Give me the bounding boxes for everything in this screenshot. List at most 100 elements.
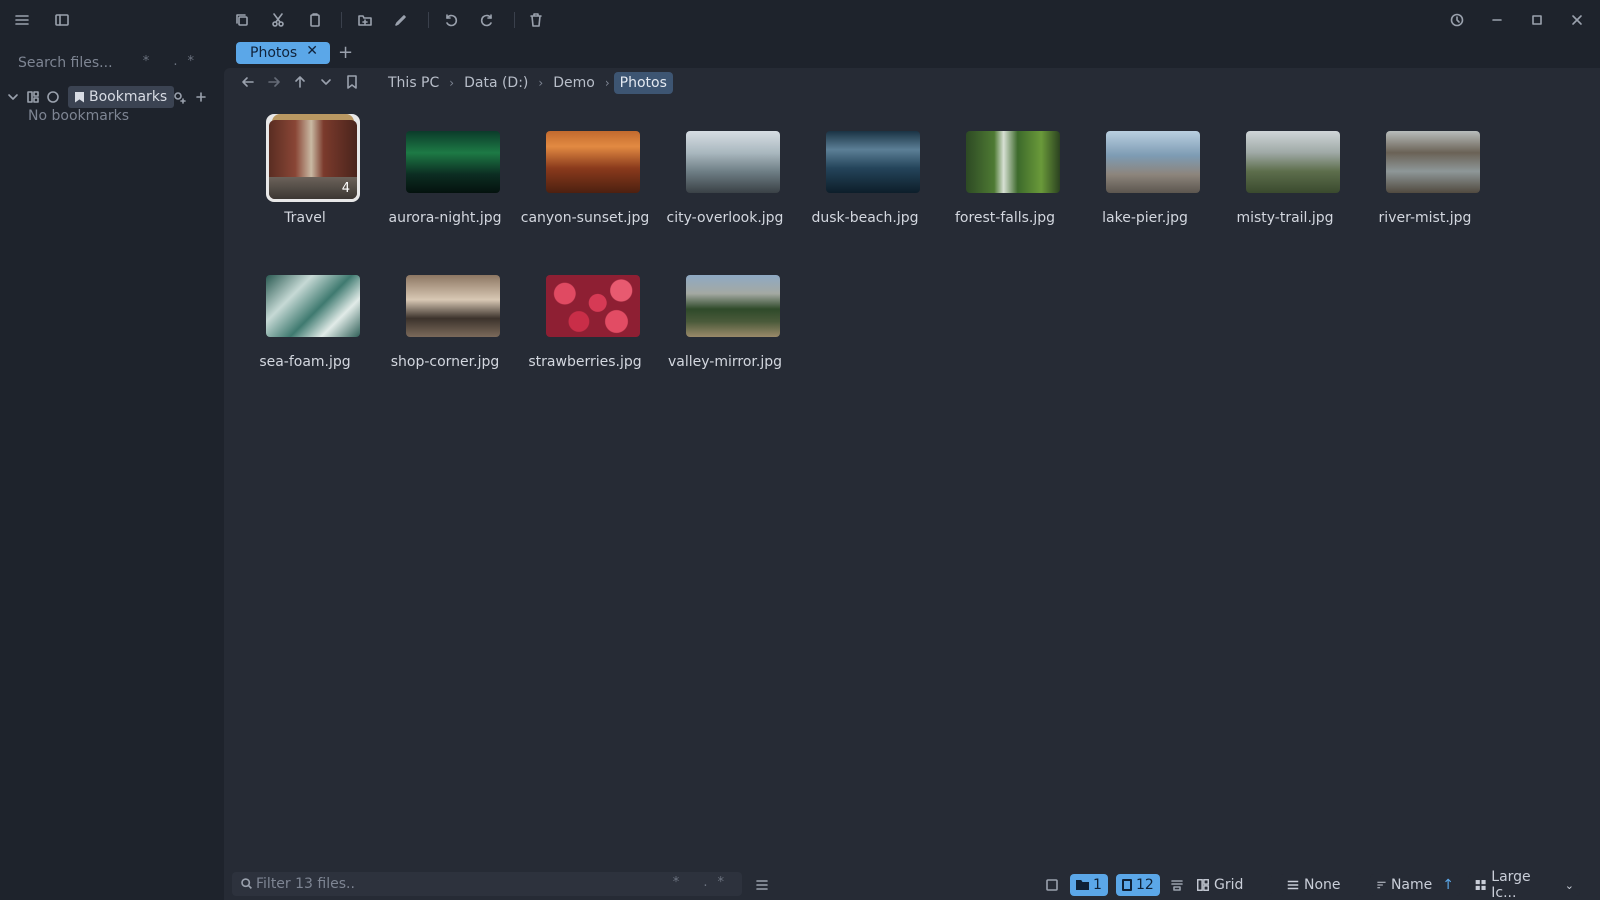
tab-close-icon[interactable]: ✕ xyxy=(306,43,318,59)
image-thumbnail xyxy=(1386,131,1480,193)
file-item-aurora-night[interactable]: aurora-night.jpg xyxy=(380,114,510,244)
file-item-forest-falls[interactable]: forest-falls.jpg xyxy=(940,114,1070,244)
image-thumbnail xyxy=(826,131,920,193)
file-item-dusk-beach[interactable]: dusk-beach.jpg xyxy=(800,114,930,244)
file-item-river-mist[interactable]: river-mist.jpg xyxy=(1360,114,1490,244)
delete-trash-icon[interactable] xyxy=(522,6,550,34)
folders-count: 1 xyxy=(1093,877,1102,893)
new-folder-icon[interactable] xyxy=(351,6,379,34)
file-item-lake-pier[interactable]: lake-pier.jpg xyxy=(1080,114,1210,244)
add-bookmark-group-icon[interactable] xyxy=(168,83,190,111)
file-item-sea-foam[interactable]: sea-foam.jpg xyxy=(240,258,370,388)
folders-count-badge[interactable]: 1 xyxy=(1070,874,1108,896)
select-all-checkbox-icon[interactable] xyxy=(1038,871,1066,899)
cut-icon[interactable] xyxy=(264,6,292,34)
item-label: dusk-beach.jpg xyxy=(811,210,919,226)
item-label: valley-mirror.jpg xyxy=(668,354,782,370)
folder-item-travel[interactable]: 4 Travel xyxy=(240,114,370,244)
sidebar: Search files... * .* Bookmarks No bookma… xyxy=(0,0,224,900)
breadcrumb-this-pc[interactable]: This PC xyxy=(382,72,445,94)
image-thumbnail xyxy=(546,275,640,337)
breadcrumb-demo[interactable]: Demo xyxy=(547,72,601,94)
folder-count-badge: 4 xyxy=(341,181,350,196)
history-icon[interactable] xyxy=(1443,6,1471,34)
bookmark-icon xyxy=(75,91,84,103)
search-files-placeholder: Search files... xyxy=(18,55,113,71)
image-thumbnail xyxy=(406,275,500,337)
view-size-dropdown[interactable]: Large Ic... ⌄ xyxy=(1468,869,1580,900)
large-icons-icon xyxy=(1475,880,1486,890)
copy-icon[interactable] xyxy=(228,6,256,34)
filter-input[interactable]: Filter 13 files.. * .* xyxy=(232,872,742,896)
chevron-down-icon: ⌄ xyxy=(1564,878,1574,892)
forward-arrow-icon[interactable] xyxy=(260,68,288,96)
up-arrow-icon[interactable] xyxy=(286,68,314,96)
item-label: river-mist.jpg xyxy=(1378,210,1472,226)
toolbar-separator xyxy=(428,12,429,28)
bookmarks-label: Bookmarks xyxy=(89,89,168,105)
file-item-canyon-sunset[interactable]: canyon-sunset.jpg xyxy=(520,114,650,244)
toggle-sidebar-icon[interactable] xyxy=(48,6,76,34)
breadcrumb-photos[interactable]: Photos xyxy=(613,72,673,94)
bookmarks-tab[interactable]: Bookmarks xyxy=(68,86,175,108)
preview-pane-icon[interactable] xyxy=(1163,871,1191,899)
item-label: lake-pier.jpg xyxy=(1102,210,1188,226)
undo-icon[interactable] xyxy=(437,6,465,34)
toolbar-separator xyxy=(341,12,342,28)
files-count-badge[interactable]: 12 xyxy=(1116,874,1160,896)
filter-modifiers[interactable]: * .* xyxy=(673,875,734,890)
item-label: city-overlook.jpg xyxy=(666,210,784,226)
file-item-strawberries[interactable]: strawberries.jpg xyxy=(520,258,650,388)
layout-label: Grid xyxy=(1214,877,1244,893)
sort-direction-arrow-icon[interactable]: ↑ xyxy=(1442,877,1454,893)
file-item-city-overlook[interactable]: city-overlook.jpg xyxy=(660,114,790,244)
minimize-icon[interactable] xyxy=(1483,6,1511,34)
image-thumbnail xyxy=(1106,131,1200,193)
item-label: forest-falls.jpg xyxy=(954,210,1056,226)
image-thumbnail xyxy=(686,275,780,337)
file-item-valley-mirror[interactable]: valley-mirror.jpg xyxy=(660,258,790,388)
image-thumbnail xyxy=(546,131,640,193)
sort-by-button[interactable]: Name ↑ xyxy=(1370,874,1460,896)
redo-icon[interactable] xyxy=(473,6,501,34)
item-label: shop-corner.jpg xyxy=(390,354,500,370)
close-window-icon[interactable] xyxy=(1563,6,1591,34)
recent-icon[interactable] xyxy=(42,83,64,111)
history-dropdown-icon[interactable] xyxy=(312,68,340,96)
files-count: 12 xyxy=(1136,877,1154,893)
back-arrow-icon[interactable] xyxy=(234,68,262,96)
hamburger-menu-icon[interactable] xyxy=(8,6,36,34)
item-label: misty-trail.jpg xyxy=(1236,210,1334,226)
layout-grid-button[interactable]: Grid xyxy=(1190,874,1272,896)
bookmarks-header: Bookmarks xyxy=(8,86,218,108)
paste-icon[interactable] xyxy=(301,6,329,34)
view-size-label: Large Ic... xyxy=(1491,869,1531,900)
search-icon xyxy=(241,878,252,889)
file-item-misty-trail[interactable]: misty-trail.jpg xyxy=(1220,114,1350,244)
group-by-button[interactable]: None xyxy=(1280,874,1362,896)
item-label: aurora-night.jpg xyxy=(388,210,502,226)
new-tab-button[interactable]: + xyxy=(338,42,353,63)
search-modifiers[interactable]: * .* xyxy=(143,54,204,69)
toolbar-separator xyxy=(514,12,515,28)
breadcrumb-chevron-icon: › xyxy=(604,76,610,90)
item-label: Travel xyxy=(284,210,326,226)
grid-view-icon[interactable] xyxy=(22,83,44,111)
tab-photos[interactable]: Photos ✕ xyxy=(236,42,330,64)
add-bookmark-icon[interactable] xyxy=(190,83,212,111)
search-files-input[interactable]: Search files... * .* xyxy=(10,50,210,76)
file-item-shop-corner[interactable]: shop-corner.jpg xyxy=(380,258,510,388)
sort-icon xyxy=(1377,881,1386,889)
group-icon xyxy=(1287,880,1299,890)
filter-options-icon[interactable] xyxy=(748,871,776,899)
rename-pencil-icon[interactable] xyxy=(387,6,415,34)
image-thumbnail xyxy=(266,275,360,337)
image-thumbnail xyxy=(406,131,500,193)
chevron-down-icon[interactable] xyxy=(2,83,24,111)
group-label: None xyxy=(1304,877,1341,893)
no-bookmarks-text: No bookmarks xyxy=(28,108,129,124)
breadcrumb: This PC › Data (D:) › Demo › Photos xyxy=(382,72,673,94)
breadcrumb-data-drive[interactable]: Data (D:) xyxy=(458,72,534,94)
bookmark-outline-icon[interactable] xyxy=(338,68,366,96)
maximize-icon[interactable] xyxy=(1523,6,1551,34)
